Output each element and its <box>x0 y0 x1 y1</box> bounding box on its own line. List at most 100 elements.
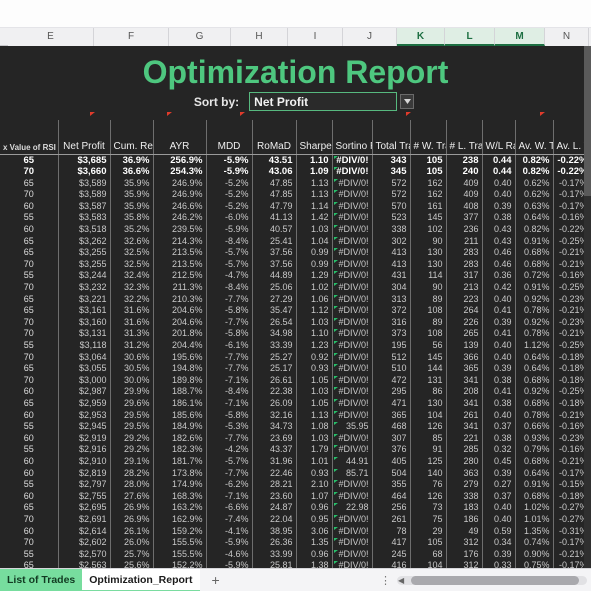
table-cell[interactable]: 0.44 <box>482 166 516 178</box>
table-cell[interactable]: 126 <box>410 421 447 433</box>
table-cell[interactable]: 78 <box>372 525 411 538</box>
table-cell[interactable]: 105 <box>410 166 447 178</box>
table-cell[interactable]: -7.1% <box>206 374 253 387</box>
table-cell[interactable]: 162.9% <box>153 513 207 526</box>
table-cell[interactable]: 363 <box>446 467 483 480</box>
table-cell[interactable]: 0.91% <box>515 235 554 248</box>
table-cell[interactable]: 302 <box>372 235 411 248</box>
table-cell[interactable]: 0.38 <box>482 397 516 410</box>
table-cell[interactable]: 256.9% <box>153 154 207 167</box>
table-row[interactable]: 55 $3,583 35.8% 246.2% -6.0% 41.13 1.42 #DIV/0!… <box>0 212 591 225</box>
table-cell[interactable]: 1.03 <box>296 316 333 329</box>
table-cell[interactable]: 0.99 <box>296 247 333 259</box>
table-cell[interactable]: 408 <box>446 200 483 213</box>
table-cell[interactable]: $3,000 <box>58 374 111 387</box>
table-cell[interactable]: 70 <box>0 351 59 364</box>
table-row[interactable]: 70 $3,660 36.6% 254.3% -5.9% 43.06 1.09 #DIV/0!… <box>0 166 591 178</box>
table-cell[interactable]: 238 <box>446 154 483 167</box>
table-row[interactable]: 65 $3,262 32.6% 214.3% -8.4% 25.41 1.04 #DIV/0!… <box>0 235 591 248</box>
table-cell[interactable]: $3,589 <box>58 177 111 190</box>
table-cell[interactable]: 27.29 <box>252 293 297 306</box>
table-cell[interactable]: 55 <box>0 421 59 433</box>
table-cell[interactable]: 1.10 <box>296 328 333 340</box>
left-arrow-icon[interactable]: ◀ <box>398 576 404 585</box>
table-cell[interactable]: 34.73 <box>252 421 297 433</box>
table-cell[interactable]: 186.1% <box>153 397 207 410</box>
table-cell[interactable]: 31.6% <box>110 316 154 329</box>
table-cell[interactable]: 173.8% <box>153 467 207 480</box>
table-cell[interactable]: 0.92% <box>515 293 554 306</box>
table-cell[interactable]: 316 <box>372 316 411 329</box>
table-cell[interactable]: 343 <box>372 154 411 167</box>
table-cell[interactable]: 60 <box>0 467 59 480</box>
table-cell[interactable]: 184.9% <box>153 421 207 433</box>
table-cell[interactable]: 65 <box>0 247 59 259</box>
table-cell[interactable]: 161 <box>410 200 447 213</box>
table-cell[interactable]: 0.40 <box>482 177 516 190</box>
table-cell[interactable]: 1.13 <box>296 177 333 190</box>
table-cell[interactable]: $3,131 <box>58 328 111 340</box>
table-cell[interactable]: 431 <box>372 270 411 283</box>
table-cell[interactable]: 223 <box>446 293 483 306</box>
table-cell[interactable]: -8.4% <box>206 235 253 248</box>
table-cell[interactable]: 0.66% <box>515 421 554 433</box>
table-row[interactable]: 55 $2,916 29.2% 182.3% -4.2% 43.37 1.79 #DIV/0!… <box>0 444 591 456</box>
table-cell[interactable]: 1.02% <box>515 502 554 514</box>
table-cell[interactable]: 0.40 <box>482 351 516 364</box>
table-cell[interactable]: $2,953 <box>58 409 111 422</box>
table-cell[interactable]: 35.2% <box>110 224 154 236</box>
table-cell[interactable]: -7.7% <box>206 363 253 375</box>
table-cell[interactable]: 0.90% <box>515 548 554 561</box>
table-cell[interactable]: 283 <box>446 258 483 271</box>
table-cell[interactable]: $2,695 <box>58 502 111 514</box>
table-cell[interactable]: 0.40 <box>482 340 516 352</box>
table-cell[interactable]: 31.6% <box>110 305 154 317</box>
table-cell[interactable]: 0.74% <box>515 537 554 549</box>
table-cell[interactable]: $2,959 <box>58 397 111 410</box>
table-cell[interactable]: 0.62% <box>515 177 554 190</box>
table-cell[interactable]: 27.6% <box>110 490 154 503</box>
table-cell[interactable]: -7.7% <box>206 316 253 329</box>
table-cell[interactable]: 0.82% <box>515 166 554 178</box>
table-cell[interactable]: 254.3% <box>153 166 207 178</box>
table-cell[interactable]: 1.05 <box>296 374 333 387</box>
table-cell[interactable]: 1.01 <box>296 455 333 468</box>
table-cell[interactable]: 468 <box>372 421 411 433</box>
table-cell[interactable]: 33.39 <box>252 340 297 352</box>
table-cell[interactable]: -7.4% <box>206 513 253 526</box>
table-cell[interactable]: 114 <box>410 270 447 283</box>
table-cell[interactable]: 140 <box>410 467 447 480</box>
table-cell[interactable]: 29.5% <box>110 409 154 422</box>
table-cell[interactable]: 372 <box>372 305 411 317</box>
table-cell[interactable]: 0.64% <box>515 467 554 480</box>
table-cell[interactable]: -4.6% <box>206 548 253 561</box>
table-cell[interactable]: 65 <box>0 560 59 568</box>
table-cell[interactable]: 338 <box>446 490 483 503</box>
table-cell[interactable]: 0.68% <box>515 247 554 259</box>
table-cell[interactable]: 86 <box>410 386 447 398</box>
table-cell[interactable]: 572 <box>372 177 411 190</box>
table-cell[interactable]: 185.6% <box>153 409 207 422</box>
table-cell[interactable]: $3,255 <box>58 258 111 271</box>
table-cell[interactable]: 201.8% <box>153 328 207 340</box>
table-cell[interactable]: $2,691 <box>58 513 111 526</box>
table-cell[interactable]: 1.29 <box>296 270 333 283</box>
table-row[interactable]: 65 $2,563 25.6% 152.2% -5.9% 25.81 1.38 #DIV/0!… <box>0 560 591 568</box>
table-cell[interactable]: 29.9% <box>110 386 154 398</box>
table-cell[interactable]: 22.38 <box>252 386 297 398</box>
table-cell[interactable]: 0.39 <box>482 548 516 561</box>
table-cell[interactable]: 75 <box>410 513 447 526</box>
table-cell[interactable]: 0.78% <box>515 305 554 317</box>
table-cell[interactable]: 152.2% <box>153 560 207 568</box>
table-row[interactable]: 65 $3,589 35.9% 246.9% -5.2% 47.85 1.13 #DIV/0!… <box>0 177 591 190</box>
table-cell[interactable]: 195 <box>372 340 411 352</box>
table-cell[interactable]: 313 <box>372 293 411 306</box>
table-cell[interactable]: 1.06 <box>296 293 333 306</box>
table-cell[interactable]: 55 <box>0 340 59 352</box>
table-row[interactable]: 60 $2,987 29.9% 188.7% -8.4% 22.38 1.03 #DIV/0!… <box>0 386 591 398</box>
table-cell[interactable]: $3,262 <box>58 235 111 248</box>
table-cell[interactable]: 0.38 <box>482 374 516 387</box>
table-cell[interactable]: $3,118 <box>58 340 111 352</box>
table-cell[interactable]: 130 <box>410 397 447 410</box>
table-cell[interactable]: 194.8% <box>153 363 207 375</box>
